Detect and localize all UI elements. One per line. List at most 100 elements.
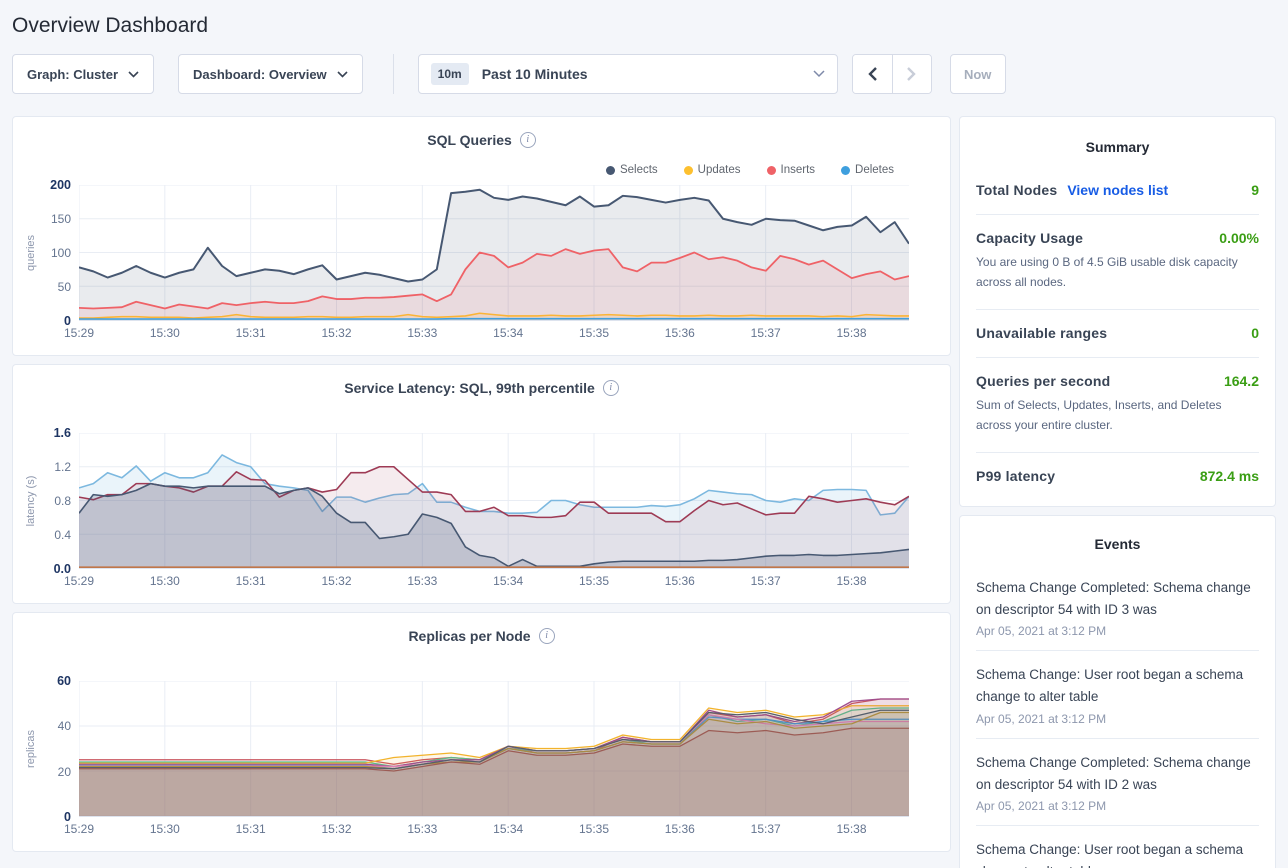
chart-plot[interactable] xyxy=(79,185,909,321)
event-list-item[interactable]: Schema Change Completed: Schema change o… xyxy=(976,739,1259,827)
x-tick-label: 15:34 xyxy=(493,822,523,836)
x-tick-label: 15:32 xyxy=(321,822,351,836)
main-content: SQL Queries i Selects Updates Inserts Delet… xyxy=(12,116,1276,868)
summary-panel: Summary Total Nodes View nodes list 9 Ca… xyxy=(959,116,1276,507)
chevron-down-icon xyxy=(337,71,348,78)
summary-label: Capacity Usage xyxy=(976,230,1083,246)
x-tick-label: 15:32 xyxy=(321,326,351,340)
chevron-down-icon xyxy=(813,70,825,78)
next-time-button[interactable] xyxy=(892,55,931,93)
info-icon[interactable]: i xyxy=(539,628,555,644)
legend-label: Inserts xyxy=(781,164,816,176)
x-tick-label: 15:29 xyxy=(64,822,94,836)
chart-plot[interactable] xyxy=(79,433,909,569)
prev-time-button[interactable] xyxy=(853,55,892,93)
x-tick-label: 15:35 xyxy=(579,574,609,588)
y-axis-labels: 0.00.40.81.21.6 xyxy=(13,433,71,569)
legend-label: Updates xyxy=(698,164,741,176)
event-text: Schema Change: User root began a schema … xyxy=(976,839,1259,868)
legend-item-inserts[interactable]: Inserts xyxy=(767,164,816,176)
y-tick-label: 50 xyxy=(58,280,71,294)
now-button[interactable]: Now xyxy=(950,54,1006,94)
x-tick-label: 15:30 xyxy=(150,326,180,340)
event-list-item[interactable]: Schema Change Completed: Schema change o… xyxy=(976,564,1259,652)
plot-area: replicas 0204060 15:2915:3015:3115:3215:… xyxy=(13,681,950,841)
legend-item-selects[interactable]: Selects xyxy=(606,164,658,176)
sql-queries-chart-card: SQL Queries i Selects Updates Inserts Delet… xyxy=(12,116,951,356)
event-timestamp: Apr 05, 2021 at 3:12 PM xyxy=(976,799,1259,813)
x-tick-label: 15:37 xyxy=(751,326,781,340)
chart-title: SQL Queries xyxy=(427,132,512,148)
replicas-per-node-chart-card: Replicas per Node i replicas 0204060 15:… xyxy=(12,612,951,852)
legend-label: Deletes xyxy=(855,164,894,176)
y-tick-label: 100 xyxy=(51,246,71,260)
legend-label: Selects xyxy=(620,164,658,176)
y-tick-label: 40 xyxy=(58,719,71,733)
chevron-right-icon xyxy=(907,67,916,81)
x-tick-label: 15:34 xyxy=(493,574,523,588)
chevron-left-icon xyxy=(868,67,877,81)
service-latency-chart-card: Service Latency: SQL, 99th percentile i … xyxy=(12,364,951,604)
summary-label: Total Nodes xyxy=(976,182,1057,198)
y-tick-label: 0.4 xyxy=(54,528,71,542)
summary-description: Sum of Selects, Updates, Inserts, and De… xyxy=(976,395,1259,436)
page-title: Overview Dashboard xyxy=(12,0,1276,54)
y-tick-label: 150 xyxy=(51,212,71,226)
x-tick-label: 15:33 xyxy=(407,326,437,340)
page-root: Overview Dashboard Graph: Cluster Dashbo… xyxy=(0,0,1288,868)
event-text: Schema Change Completed: Schema change o… xyxy=(976,752,1259,797)
x-axis-labels: 15:2915:3015:3115:3215:3315:3415:3515:36… xyxy=(79,326,909,344)
x-tick-label: 15:36 xyxy=(665,822,695,836)
time-range-picker[interactable]: 10m Past 10 Minutes xyxy=(418,54,838,94)
summary-item-total-nodes: Total Nodes View nodes list 9 xyxy=(976,167,1259,215)
x-tick-label: 15:38 xyxy=(836,326,866,340)
graph-dropdown[interactable]: Graph: Cluster xyxy=(12,54,154,94)
charts-column: SQL Queries i Selects Updates Inserts Delet… xyxy=(12,116,951,852)
legend-item-updates[interactable]: Updates xyxy=(684,164,741,176)
event-list-item[interactable]: Schema Change: User root began a schema … xyxy=(976,826,1259,868)
time-step-buttons xyxy=(852,54,932,94)
summary-label: Unavailable ranges xyxy=(976,325,1107,341)
summary-item-unavailable-ranges: Unavailable ranges 0 xyxy=(976,310,1259,358)
summary-value: 872.4 ms xyxy=(1200,468,1259,484)
x-tick-label: 15:30 xyxy=(150,574,180,588)
x-tick-label: 15:29 xyxy=(64,326,94,340)
event-list-item[interactable]: Schema Change: User root began a schema … xyxy=(976,651,1259,739)
chart-title: Replicas per Node xyxy=(408,628,530,644)
legend-dot-icon xyxy=(841,166,850,175)
y-tick-label: 200 xyxy=(50,178,71,192)
summary-title: Summary xyxy=(976,139,1259,155)
event-timestamp: Apr 05, 2021 at 3:12 PM xyxy=(976,624,1259,638)
chevron-down-icon xyxy=(128,71,139,78)
x-tick-label: 15:38 xyxy=(836,574,866,588)
plot-area: latency (s) 0.00.40.81.21.6 15:2915:3015… xyxy=(13,433,950,593)
y-tick-label: 0.8 xyxy=(54,494,71,508)
summary-item-p99-latency: P99 latency 872.4 ms xyxy=(976,453,1259,500)
y-axis-labels: 050100150200 xyxy=(13,185,71,321)
summary-value: 0 xyxy=(1251,325,1259,341)
legend-item-deletes[interactable]: Deletes xyxy=(841,164,894,176)
event-timestamp: Apr 05, 2021 at 3:12 PM xyxy=(976,712,1259,726)
controls-divider xyxy=(393,54,394,94)
x-tick-label: 15:36 xyxy=(665,326,695,340)
controls-bar: Graph: Cluster Dashboard: Overview 10m P… xyxy=(12,54,1276,94)
chart-header: SQL Queries i xyxy=(13,132,950,148)
x-tick-label: 15:35 xyxy=(579,822,609,836)
legend-dot-icon xyxy=(684,166,693,175)
chart-plot[interactable] xyxy=(79,681,909,817)
info-icon[interactable]: i xyxy=(603,380,619,396)
x-axis-labels: 15:2915:3015:3115:3215:3315:3415:3515:36… xyxy=(79,574,909,592)
summary-value: 9 xyxy=(1251,182,1259,198)
x-tick-label: 15:38 xyxy=(836,822,866,836)
plot-area: queries 050100150200 15:2915:3015:3115:3… xyxy=(13,185,950,345)
summary-value: 0.00% xyxy=(1219,230,1259,246)
x-tick-label: 15:32 xyxy=(321,574,351,588)
view-nodes-list-link[interactable]: View nodes list xyxy=(1067,182,1168,198)
dashboard-dropdown[interactable]: Dashboard: Overview xyxy=(178,54,363,94)
sidebar: Summary Total Nodes View nodes list 9 Ca… xyxy=(959,116,1276,868)
event-text: Schema Change: User root began a schema … xyxy=(976,664,1259,709)
info-icon[interactable]: i xyxy=(520,132,536,148)
y-tick-label: 1.6 xyxy=(54,426,71,440)
chart-header: Service Latency: SQL, 99th percentile i xyxy=(13,380,950,396)
y-axis-labels: 0204060 xyxy=(13,681,71,817)
